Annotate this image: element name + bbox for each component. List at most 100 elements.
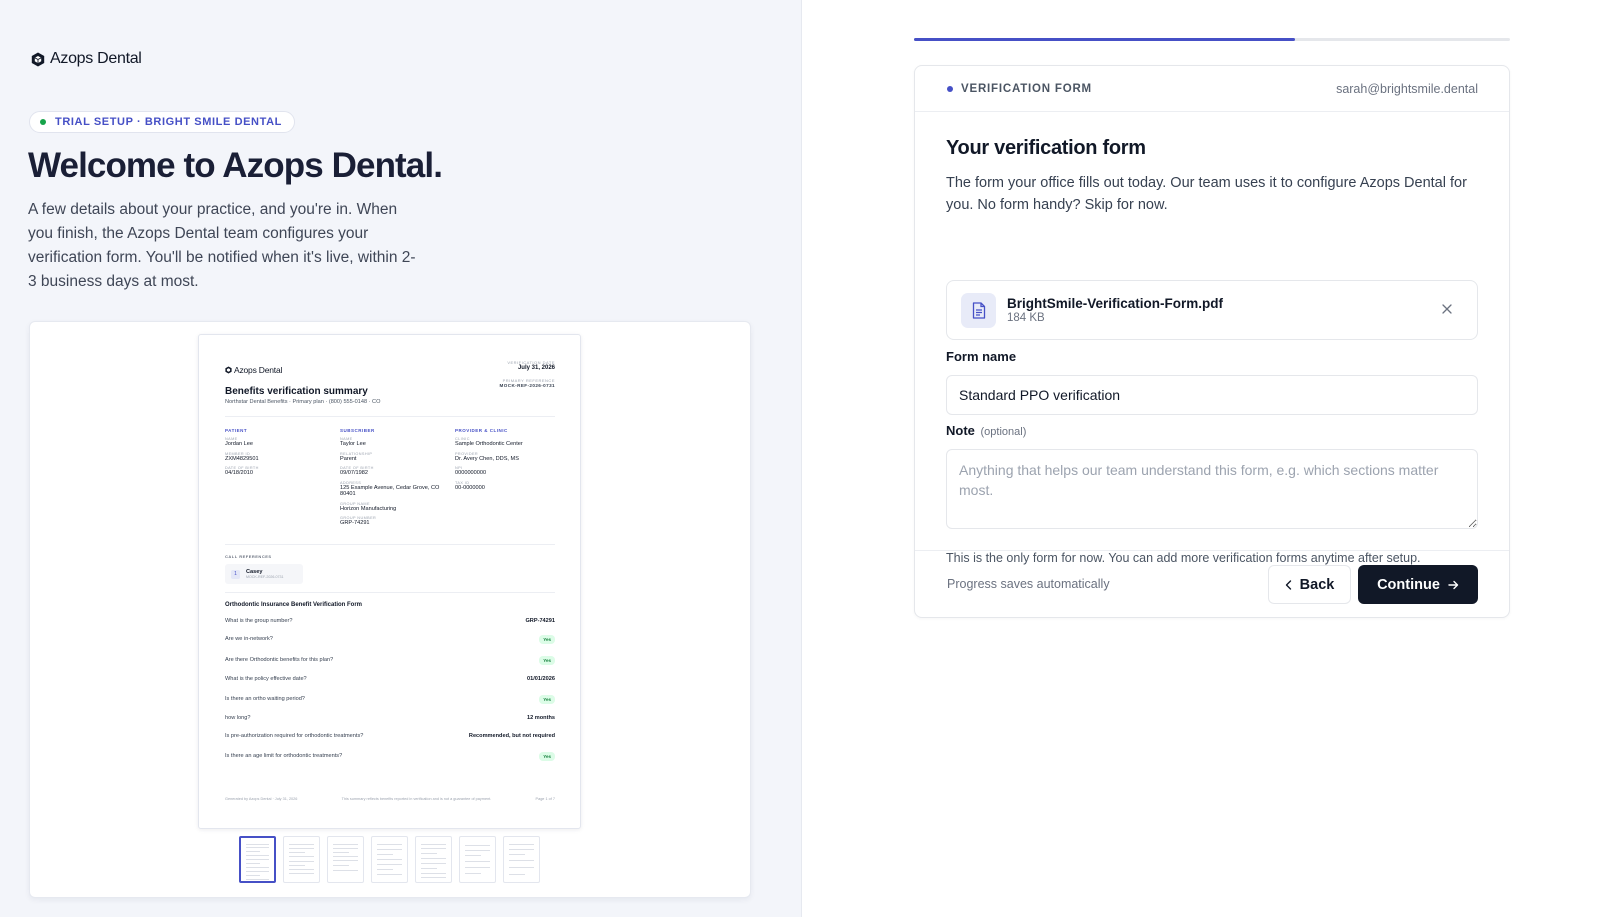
continue-label: Continue <box>1377 576 1440 593</box>
card-footer: Progress saves automatically Back Contin… <box>915 550 1509 617</box>
question-row: Is there an age limit for orthodontic tr… <box>225 749 555 763</box>
form-description: The form your office fills out today. Ou… <box>946 175 1467 213</box>
intro-panel: Azops Dental TRIAL SETUP · BRIGHT SMILE … <box>0 0 802 917</box>
user-email: sarah@brightsmile.dental <box>1336 81 1478 96</box>
question-text: What is the group number? <box>225 618 293 624</box>
step-dot-icon <box>947 85 953 92</box>
answer-text: Recommended, but not required <box>468 733 555 739</box>
question-text: Is there an age limit for orthodontic tr… <box>225 753 343 759</box>
question-row: What is the group number? GRP-74291 <box>225 614 555 628</box>
note-textarea[interactable] <box>946 449 1478 529</box>
question-row: What is the policy effective date? 01/01/… <box>225 672 555 686</box>
verification-form-card: VERIFICATION FORM sarah@brightsmile.dent… <box>914 65 1510 618</box>
field-value: 00-0000000 <box>455 484 485 491</box>
page-thumbnail-1[interactable] <box>239 836 276 883</box>
doc-footer-left: Generated by Azops Dental · July 31, 202… <box>225 797 298 801</box>
field-value: ZXM4829501 <box>225 455 259 462</box>
card-body: Your verification form The form your off… <box>915 112 1509 565</box>
trial-setup-label: TRIAL SETUP · BRIGHT SMILE DENTAL <box>55 116 282 128</box>
answer-badge: Yes <box>539 751 555 761</box>
doc-subtitle: Northstar Dental Benefits · Primary plan… <box>225 399 381 405</box>
page-title: Welcome to Azops Dental. <box>28 146 443 185</box>
divider <box>225 416 555 417</box>
back-button[interactable]: Back <box>1268 565 1351 604</box>
call-ref-id: MOCK-REF-2026-0731 <box>246 575 284 579</box>
question-text: Is pre-authorization required for orthod… <box>225 733 364 739</box>
intro-text: A few details about your practice, and y… <box>28 201 416 290</box>
uploaded-file: BrightSmile-Verification-Form.pdf 184 KB <box>946 280 1478 340</box>
page-thumbnail-2[interactable] <box>283 836 320 883</box>
chevron-left-icon <box>1285 579 1291 590</box>
field-value: Sample Orthodontic Center <box>455 441 523 447</box>
field-value: 0000000000 <box>455 470 487 476</box>
answer-badge: Yes <box>539 634 555 644</box>
page-thumbnail-3[interactable] <box>327 836 364 883</box>
question-text: Is there an ortho waiting period? <box>225 696 305 702</box>
form-name-input[interactable] <box>946 375 1478 415</box>
remove-file-button[interactable] <box>1439 301 1455 317</box>
field-value: Taylor Lee <box>340 441 366 447</box>
arrow-right-icon <box>1448 580 1459 589</box>
file-name: BrightSmile-Verification-Form.pdf <box>1007 296 1224 311</box>
page-thumbnail-5[interactable] <box>415 836 452 883</box>
cube-logo-icon <box>31 52 45 66</box>
card-header: VERIFICATION FORM sarah@brightsmile.dent… <box>915 66 1509 112</box>
step-label: VERIFICATION FORM <box>961 82 1092 95</box>
field-value: 04/18/2010 <box>225 470 253 476</box>
question-row: Are there Orthodontic benefits for this … <box>225 653 555 667</box>
doc-footer-mid: This summary reflects benefits reported … <box>341 797 492 801</box>
question-text: how long? <box>225 715 251 721</box>
question-row: Is pre-authorization required for orthod… <box>225 729 555 743</box>
answer-text: 12 months <box>527 715 555 721</box>
question-row: how long? 12 months <box>225 711 555 725</box>
call-reference-card: 1 Casey MOCK-REF-2026-0731 <box>225 564 303 584</box>
doc-form-title: Orthodontic Insurance Benefit Verificati… <box>225 602 363 608</box>
call-ref-number: 1 <box>231 569 240 579</box>
step-indicator: VERIFICATION FORM <box>947 83 1092 95</box>
progress-bar-fill <box>914 38 1296 41</box>
cube-logo-icon <box>225 366 232 374</box>
form-name-label: Form name <box>946 349 1017 364</box>
doc-meta-date: VERIFICATION DATE July 31, 2026 <box>507 360 555 371</box>
patient-column: PATIENT NAME Jordan Lee MEMBER ID ZXM4829501… <box>225 428 333 477</box>
page-thumbnail-7[interactable] <box>503 836 540 883</box>
column-heading: PROVIDER & CLINIC <box>455 428 508 433</box>
meta-value: MOCK-REF-2026-0731 <box>499 383 555 388</box>
doc-logo: Azops Dental <box>225 365 282 375</box>
answer-badge: Yes <box>539 655 555 665</box>
divider <box>225 544 555 545</box>
question-text: Are we in-network? <box>225 636 273 642</box>
trial-setup-badge: TRIAL SETUP · BRIGHT SMILE DENTAL <box>29 111 295 133</box>
file-size: 184 KB <box>1007 312 1045 324</box>
page-thumbnails <box>239 836 540 883</box>
divider <box>225 592 555 593</box>
answer-text: GRP-74291 <box>525 618 555 624</box>
note-label-text: Note <box>946 423 975 438</box>
answer-text: 01/01/2026 <box>527 676 555 682</box>
field-value: Horizon Manufacturing <box>340 505 397 512</box>
progress-bar <box>914 38 1510 41</box>
page-thumbnail-6[interactable] <box>459 836 496 883</box>
doc-meta-reference: PRIMARY REFERENCE MOCK-REF-2026-0731 <box>500 378 555 388</box>
field-value: 09/07/1982 <box>340 470 368 476</box>
document-icon <box>961 292 996 328</box>
status-dot-icon <box>40 119 46 125</box>
page-thumbnail-4[interactable] <box>371 836 408 883</box>
field-value: Dr. Avery Chen, DDS, MS <box>455 455 519 462</box>
form-preview: Azops Dental Benefits verification summa… <box>29 321 751 898</box>
column-heading: PATIENT <box>225 428 248 433</box>
field-value: Jordan Lee <box>225 441 253 447</box>
answer-badge: Yes <box>539 694 555 704</box>
doc-logo-text: Azops Dental <box>234 365 283 375</box>
doc-footer: Generated by Azops Dental · July 31, 202… <box>225 797 555 801</box>
subscriber-column: SUBSCRIBER NAME Taylor Lee RELATIONSHIP Pare… <box>340 428 448 527</box>
meta-value: July 31, 2026 <box>517 365 555 371</box>
document-page: Azops Dental Benefits verification summa… <box>198 334 581 829</box>
brand-logo: Azops Dental <box>31 50 142 68</box>
doc-footer-right: Page 1 of 7 <box>535 797 555 801</box>
question-text: What is the policy effective date? <box>225 676 307 682</box>
back-label: Back <box>1299 576 1335 593</box>
question-row: Are we in-network? Yes <box>225 632 555 646</box>
continue-button[interactable]: Continue <box>1358 565 1478 604</box>
close-icon <box>1442 304 1452 314</box>
